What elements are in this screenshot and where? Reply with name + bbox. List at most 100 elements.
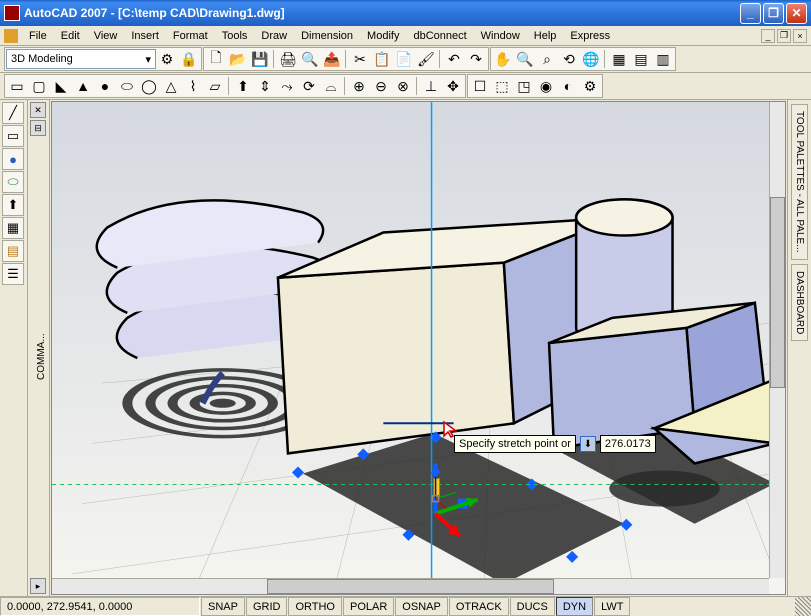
drawing-canvas[interactable]: Specify stretch point or ⬇ 276.0173: [51, 101, 786, 595]
publish-icon[interactable]: 📤: [321, 49, 343, 69]
maximize-button[interactable]: ❐: [763, 3, 784, 24]
save-icon[interactable]: 💾: [249, 49, 271, 69]
prompt-value[interactable]: 276.0173: [600, 435, 656, 453]
menu-edit[interactable]: Edit: [54, 28, 87, 44]
menu-tools[interactable]: Tools: [215, 28, 255, 44]
palette-autohide-icon[interactable]: ⊟: [30, 120, 46, 136]
sheetset-icon[interactable]: ▤: [630, 49, 652, 69]
status-otrack[interactable]: OTRACK: [449, 597, 509, 616]
minimize-button[interactable]: _: [740, 3, 761, 24]
sphere-icon[interactable]: ●: [94, 76, 116, 96]
new-icon[interactable]: 🗋: [205, 49, 227, 69]
mdi-minimize-button[interactable]: _: [761, 29, 775, 43]
planar-surface-icon[interactable]: ▱: [204, 76, 226, 96]
cylinder-icon[interactable]: ⬭: [116, 76, 138, 96]
match-properties-icon[interactable]: 🖌: [415, 49, 437, 69]
layer-icon[interactable]: ▤: [2, 240, 24, 262]
intersect-icon[interactable]: ⊗: [392, 76, 414, 96]
coordinates-display[interactable]: 0.0000, 272.9541, 0.0000: [0, 597, 200, 616]
status-lwt[interactable]: LWT: [594, 597, 630, 616]
print-icon[interactable]: 🖨: [277, 49, 299, 69]
sweep-icon[interactable]: ⤳: [276, 76, 298, 96]
print-preview-icon[interactable]: 🔍: [299, 49, 321, 69]
revolve-icon[interactable]: ⟳: [298, 76, 320, 96]
workspace-settings-icon[interactable]: ⚙: [156, 49, 178, 69]
properties-icon[interactable]: ▦: [608, 49, 630, 69]
mdi-restore-button[interactable]: ❐: [777, 29, 791, 43]
dyn-options-icon[interactable]: ⬇: [580, 436, 596, 452]
pyramid-icon[interactable]: △: [160, 76, 182, 96]
3dmove-icon[interactable]: ✥: [442, 76, 464, 96]
menu-format[interactable]: Format: [166, 28, 215, 44]
pan-icon[interactable]: ✋: [492, 49, 514, 69]
line-icon[interactable]: ╱: [2, 102, 24, 124]
orbit-icon[interactable]: 🌐: [580, 49, 602, 69]
cone-icon[interactable]: ▲: [72, 76, 94, 96]
status-snap[interactable]: SNAP: [201, 597, 245, 616]
properties-icon[interactable]: ☰: [2, 263, 24, 285]
cylinder-icon[interactable]: ⬭: [2, 171, 24, 193]
box-icon[interactable]: ▢: [28, 76, 50, 96]
undo-icon[interactable]: ↶: [443, 49, 465, 69]
rectangle-icon[interactable]: ▭: [2, 125, 24, 147]
scroll-thumb[interactable]: [267, 579, 554, 594]
tool-palettes-tab[interactable]: TOOL PALETTES - ALL PALE...: [791, 104, 808, 260]
extrude-icon[interactable]: ⬆: [2, 194, 24, 216]
torus-icon[interactable]: ◯: [138, 76, 160, 96]
wedge-icon[interactable]: ◣: [50, 76, 72, 96]
vs-2dwireframe-icon[interactable]: ☐: [469, 76, 491, 96]
command-palette[interactable]: ✕ ⊟ COMMA... ▸: [28, 100, 50, 596]
status-grid[interactable]: GRID: [246, 597, 288, 616]
mdi-close-button[interactable]: ×: [793, 29, 807, 43]
horizontal-scrollbar[interactable]: [52, 578, 769, 594]
menu-window[interactable]: Window: [474, 28, 527, 44]
status-ortho[interactable]: ORTHO: [288, 597, 342, 616]
workspace-dropdown[interactable]: 3D Modeling: [6, 49, 156, 69]
paste-icon[interactable]: 📄: [393, 49, 415, 69]
menu-dimension[interactable]: Dimension: [294, 28, 360, 44]
vs-3dhidden-icon[interactable]: ◳: [513, 76, 535, 96]
menu-help[interactable]: Help: [527, 28, 564, 44]
status-dyn[interactable]: DYN: [556, 597, 593, 616]
block-icon[interactable]: ▦: [2, 217, 24, 239]
status-osnap[interactable]: OSNAP: [395, 597, 448, 616]
presspull-icon[interactable]: ⇕: [254, 76, 276, 96]
vs-realistic-icon[interactable]: ◉: [535, 76, 557, 96]
copy-icon[interactable]: 📋: [371, 49, 393, 69]
status-ducs[interactable]: DUCS: [510, 597, 555, 616]
workspace-lock-icon[interactable]: 🔒: [178, 49, 200, 69]
sphere-icon[interactable]: ●: [2, 148, 24, 170]
menu-insert[interactable]: Insert: [124, 28, 166, 44]
toolpalettes-icon[interactable]: ▥: [652, 49, 674, 69]
menu-dbconnect[interactable]: dbConnect: [406, 28, 473, 44]
vertical-scrollbar[interactable]: [769, 102, 785, 578]
palette-close-icon[interactable]: ✕: [30, 102, 46, 118]
vs-3dwireframe-icon[interactable]: ⬚: [491, 76, 513, 96]
menu-view[interactable]: View: [87, 28, 125, 44]
redo-icon[interactable]: ↷: [465, 49, 487, 69]
union-icon[interactable]: ⊕: [348, 76, 370, 96]
menu-file[interactable]: File: [22, 28, 54, 44]
open-icon[interactable]: 📂: [227, 49, 249, 69]
resize-grip-icon[interactable]: [795, 597, 811, 616]
close-button[interactable]: ✕: [786, 3, 807, 24]
dashboard-tab[interactable]: DASHBOARD: [791, 264, 808, 341]
helix-icon[interactable]: ⌇: [182, 76, 204, 96]
ucs-icon[interactable]: ⊥: [420, 76, 442, 96]
subtract-icon[interactable]: ⊖: [370, 76, 392, 96]
menu-draw[interactable]: Draw: [254, 28, 294, 44]
vs-manage-icon[interactable]: ⚙: [579, 76, 601, 96]
menu-modify[interactable]: Modify: [360, 28, 406, 44]
menu-express[interactable]: Express: [563, 28, 617, 44]
zoom-window-icon[interactable]: ⌕: [536, 49, 558, 69]
zoom-realtime-icon[interactable]: 🔍: [514, 49, 536, 69]
vs-conceptual-icon[interactable]: ◐: [557, 76, 579, 96]
extrude-icon[interactable]: ⬆: [232, 76, 254, 96]
status-polar[interactable]: POLAR: [343, 597, 394, 616]
scroll-thumb[interactable]: [770, 197, 785, 387]
polysolid-icon[interactable]: ▭: [6, 76, 28, 96]
zoom-previous-icon[interactable]: ⟲: [558, 49, 580, 69]
cut-icon[interactable]: ✂: [349, 49, 371, 69]
palette-expand-icon[interactable]: ▸: [30, 578, 46, 594]
loft-icon[interactable]: ⌓: [320, 76, 342, 96]
